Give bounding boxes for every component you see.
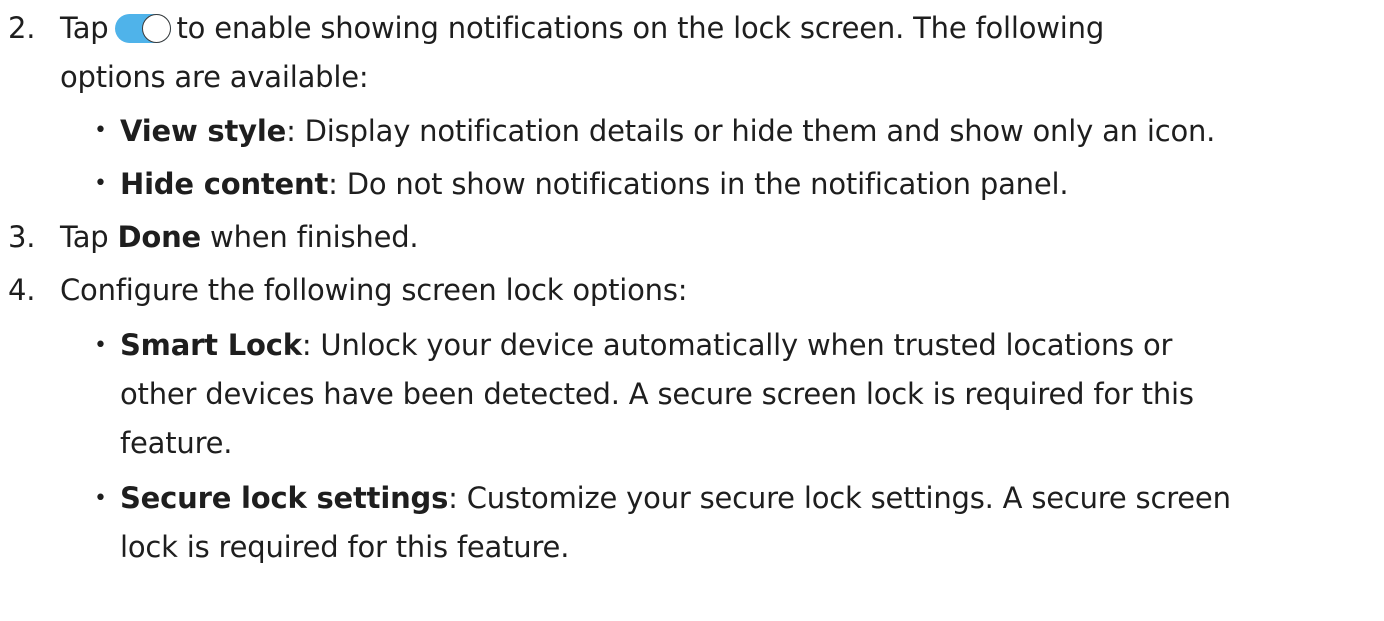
bullet-term: Smart Lock	[120, 328, 302, 362]
step-text: Configure the following screen lock opti…	[60, 273, 688, 307]
bullet-icon: •	[94, 171, 107, 196]
bullet-term: Hide content	[120, 167, 329, 201]
step-text: Tap	[60, 11, 109, 45]
bullet-desc: feature.	[120, 426, 233, 460]
bullet-item-view-style: View style: Display notification details…	[120, 117, 1215, 146]
bullet-term: Secure lock settings	[120, 481, 449, 515]
bullet-desc: : Do not show notifications in the notif…	[328, 167, 1069, 201]
bullet-icon: •	[94, 486, 107, 511]
step-text: when finished.	[201, 220, 419, 254]
step-number: 2.	[8, 11, 36, 45]
bullet-desc: other devices have been detected. A secu…	[120, 377, 1194, 411]
step-3-line-1: Tap Done when finished.	[60, 220, 419, 254]
bullet-item-smart-lock: Smart Lock: Unlock your device automatic…	[120, 331, 1172, 360]
step-text: Tap	[60, 220, 118, 254]
step-2-line-1: Tap to enable showing notifications on th…	[60, 14, 1104, 43]
step-text: to enable showing notifications on the l…	[176, 11, 1105, 45]
bullet-desc: : Display notification details or hide t…	[286, 114, 1216, 148]
bullet-desc: : Customize your secure lock settings. A…	[448, 481, 1231, 515]
step-text: options are available:	[60, 60, 369, 94]
bullet-desc: lock is required for this feature.	[120, 530, 570, 564]
bullet-icon: •	[94, 118, 107, 143]
step-number: 4.	[8, 273, 36, 307]
toggle-knob	[141, 14, 171, 43]
bullet-desc: : Unlock your device automatically when …	[301, 328, 1173, 362]
done-term: Done	[117, 220, 202, 254]
step-number: 3.	[8, 220, 36, 254]
bullet-item-secure-lock-settings: Secure lock settings: Customize your sec…	[120, 484, 1231, 513]
toggle-switch-icon	[114, 14, 171, 43]
bullet-term: View style	[120, 114, 287, 148]
bullet-icon: •	[94, 333, 107, 358]
bullet-item-hide-content: Hide content: Do not show notifications …	[120, 167, 1069, 201]
